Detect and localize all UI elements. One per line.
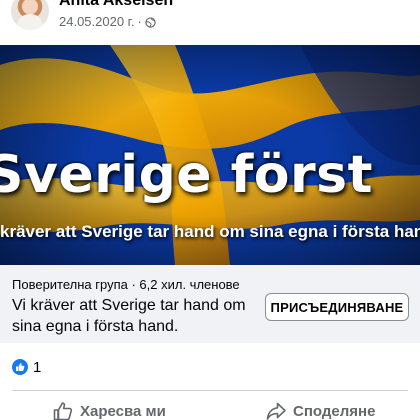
- group-name[interactable]: Vi kräver att Sverige tar hand om sina e…: [12, 295, 252, 337]
- like-button-label: Харесва ми: [80, 402, 166, 420]
- globe-icon: [145, 17, 156, 28]
- share-button[interactable]: Споделяне: [265, 398, 375, 420]
- reactions-summary[interactable]: 1: [12, 358, 41, 376]
- group-meta: Поверителна група · 6,2 хил. членове: [12, 277, 240, 292]
- meta-separator: ·: [137, 14, 142, 29]
- share-icon: [266, 402, 286, 420]
- author-name[interactable]: Anita Akselsen: [59, 0, 173, 10]
- cover-subtitle: kräver att Sverige tar hand om sina egna…: [0, 222, 420, 241]
- author-avatar[interactable]: [11, 0, 49, 30]
- thumbs-up-icon: [53, 402, 73, 420]
- like-icon: [12, 359, 28, 375]
- share-button-label: Споделяне: [293, 402, 376, 420]
- post-header: Anita Akselsen 24.05.2020 г. ·: [0, 0, 420, 40]
- like-button[interactable]: Харесва ми: [52, 398, 166, 420]
- reaction-count: 1: [33, 358, 42, 376]
- divider: [12, 390, 408, 391]
- post-meta: 24.05.2020 г. ·: [59, 14, 156, 30]
- cover-title: Sverige först: [0, 145, 373, 205]
- post-date[interactable]: 24.05.2020 г.: [59, 14, 134, 29]
- join-group-button[interactable]: ПРИСЪЕДИНЯВАНЕ: [265, 293, 409, 321]
